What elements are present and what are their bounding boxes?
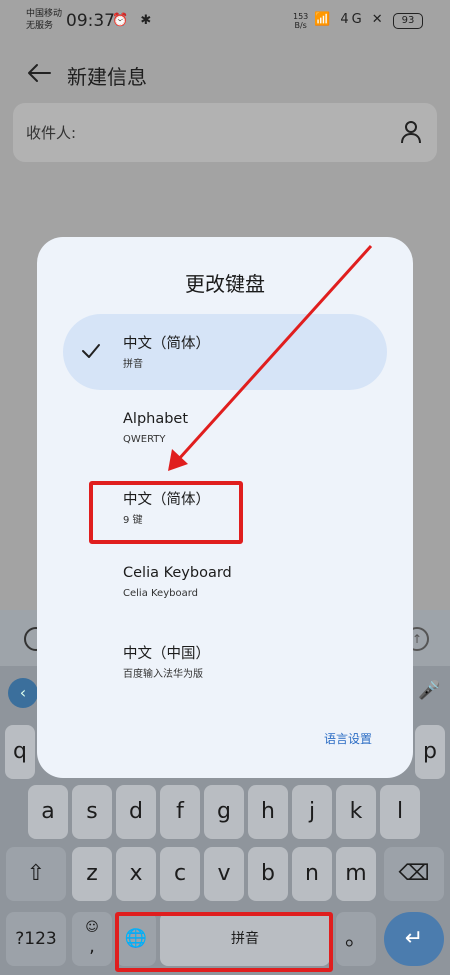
key-p[interactable]: p (415, 725, 445, 779)
option-subtitle: 百度输入法华为版 (123, 669, 203, 680)
key-s[interactable]: s (72, 785, 112, 839)
key-a[interactable]: a (28, 785, 68, 839)
key-z[interactable]: z (72, 847, 112, 901)
option-name: 中文（中国） (123, 646, 210, 662)
key-h[interactable]: h (248, 785, 288, 839)
net-speed-unit: B/s (294, 21, 307, 30)
key-m[interactable]: m (336, 847, 376, 901)
dialog-title: 更改键盘 (185, 272, 265, 296)
key-b[interactable]: b (248, 847, 288, 901)
enter-key[interactable]: ↵ (384, 912, 444, 966)
option-name: Alphabet (123, 411, 189, 427)
option-subtitle: Celia Keyboard (123, 588, 199, 599)
clock: 09:37 (66, 11, 115, 31)
key-g[interactable]: g (204, 785, 244, 839)
battery-icon: 93 (393, 13, 423, 29)
option-subtitle: QWERTY (123, 434, 166, 445)
key-f[interactable]: f (160, 785, 200, 839)
delete-key[interactable]: ⌫ (384, 847, 444, 901)
signal-icons: 📶 4G ✕ (314, 12, 386, 27)
key-x[interactable]: x (116, 847, 156, 901)
option-name: 中文（简体） (123, 336, 210, 352)
option-name: Celia Keyboard (123, 565, 232, 581)
key-j[interactable]: j (292, 785, 332, 839)
network-speed: 153 B/s (293, 12, 308, 30)
page-title: 新建信息 (67, 65, 147, 89)
comma-label: , (89, 936, 95, 957)
key-q[interactable]: q (5, 725, 35, 779)
carrier-status: 无服务 (26, 21, 54, 31)
emoji-icon: ☺ (85, 920, 99, 935)
contact-icon[interactable] (399, 119, 425, 145)
net-speed-value: 153 (293, 12, 309, 21)
annotation-highlight-globe-space (115, 912, 333, 972)
keyboard-option-pinyin[interactable]: 中文（简体） 拼音 (63, 314, 387, 390)
keyboard-option-celia[interactable]: Celia Keyboard Celia Keyboard (63, 547, 387, 623)
symbols-key[interactable]: ?123 (6, 912, 66, 966)
key-n[interactable]: n (292, 847, 332, 901)
key-c[interactable]: c (160, 847, 200, 901)
comma-key[interactable]: ☺ , (72, 912, 112, 966)
language-settings-link[interactable]: 语言设置 (324, 730, 372, 747)
suggestion-back-icon[interactable]: ‹ (8, 678, 38, 708)
alarm-bluetooth-icons: ⏰ ✱ (112, 13, 156, 28)
app-header: 新建信息 (0, 52, 450, 96)
key-l[interactable]: l (380, 785, 420, 839)
annotation-highlight-9key (89, 481, 243, 544)
period-key[interactable]: 。 (336, 912, 376, 966)
checkmark-icon (82, 344, 100, 358)
microphone-icon[interactable]: 🎤 (418, 680, 440, 701)
recipient-label: 收件人: (26, 124, 77, 142)
key-v[interactable]: v (204, 847, 244, 901)
key-d[interactable]: d (116, 785, 156, 839)
carrier-name: 中国移动 (26, 9, 63, 19)
option-subtitle: 拼音 (123, 359, 143, 370)
keyboard-option-alphabet[interactable]: Alphabet QWERTY (63, 393, 387, 469)
shift-key[interactable]: ⇧ (6, 847, 66, 901)
status-bar: 中国移动 无服务 09:37 ⏰ ✱ 153 B/s 📶 4G ✕ 93 (0, 0, 450, 44)
keyboard-option-baidu[interactable]: 中文（中国） 百度输入法华为版 (63, 624, 387, 700)
recipient-field[interactable]: 收件人: (13, 103, 437, 162)
carrier-info: 中国移动 无服务 (26, 8, 62, 32)
back-arrow-icon[interactable] (26, 60, 52, 86)
key-k[interactable]: k (336, 785, 376, 839)
